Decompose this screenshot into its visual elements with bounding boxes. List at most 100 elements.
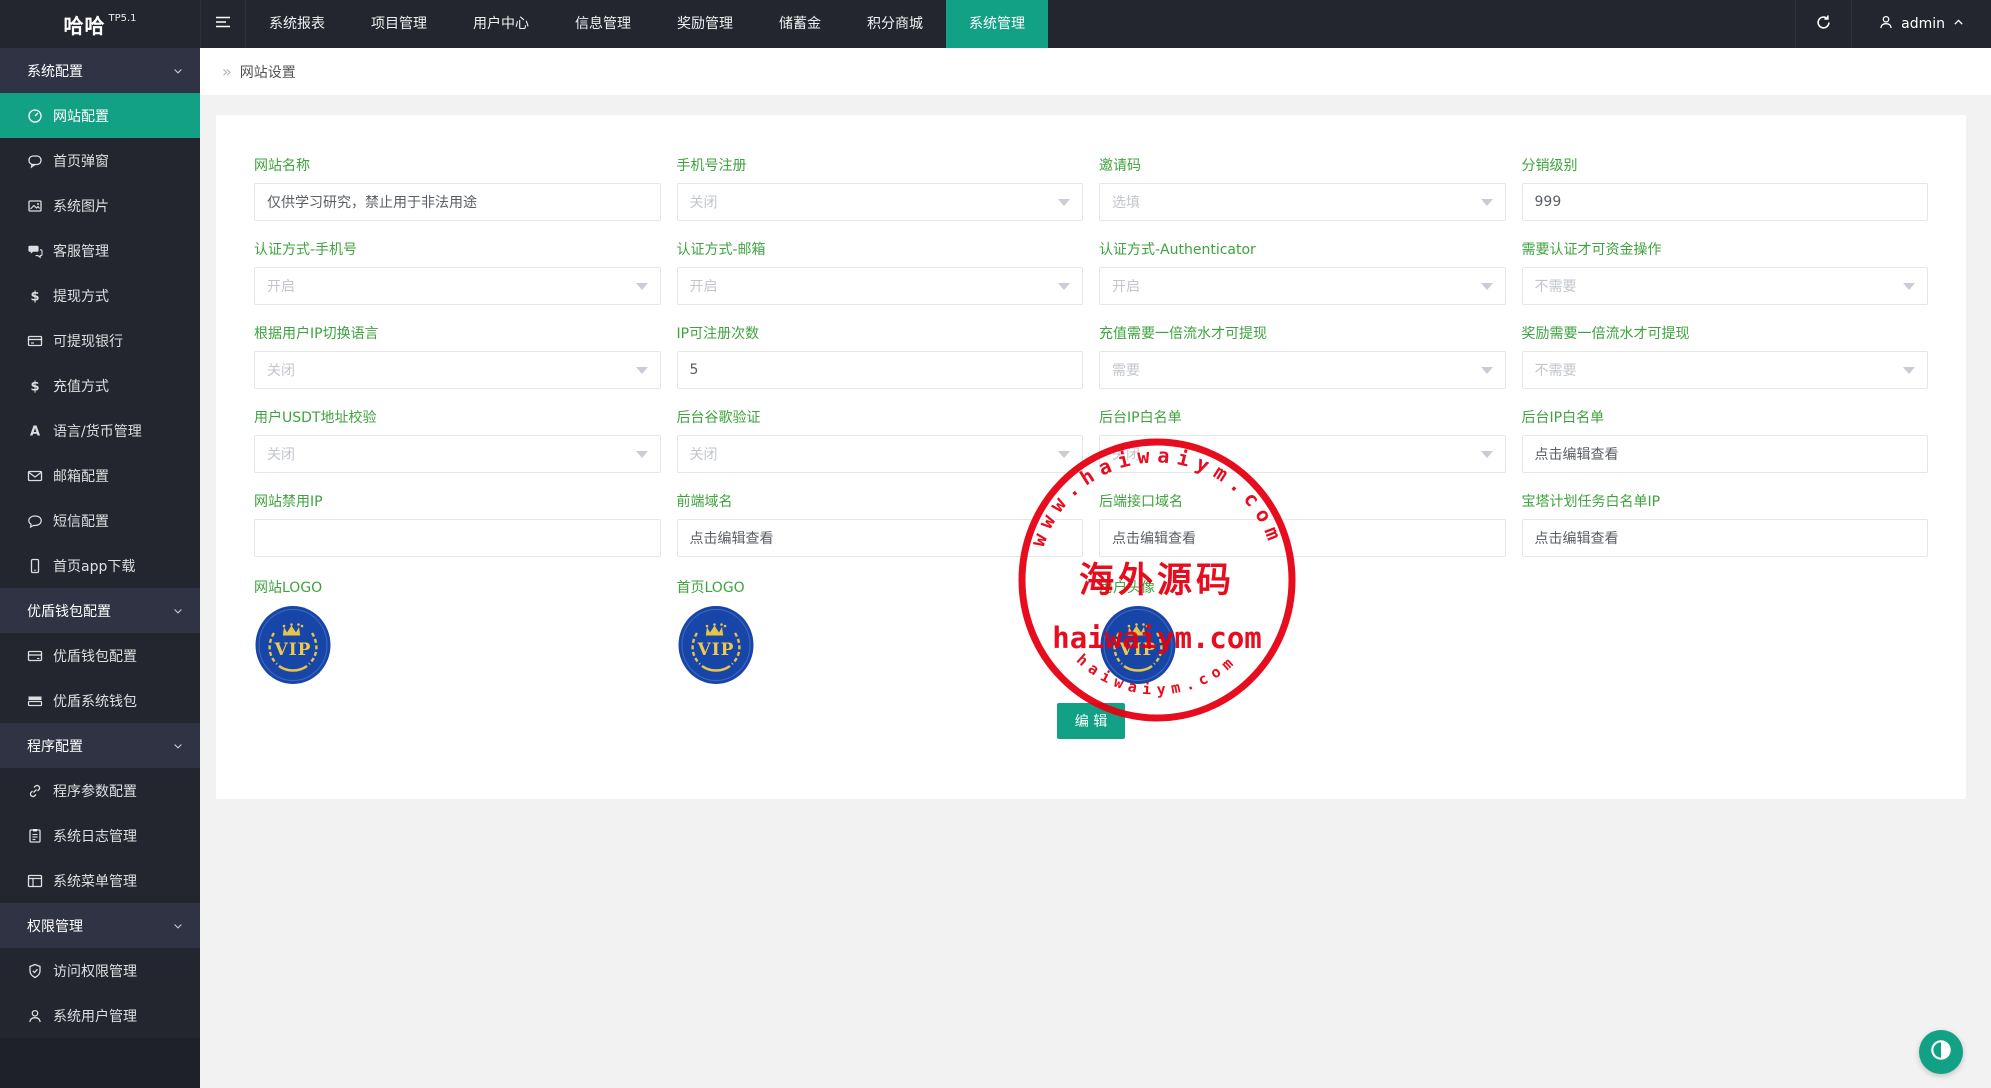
nav-tab-3[interactable]: 用户中心 (450, 0, 552, 48)
sidebar-item-12[interactable]: 首页app下载 (0, 543, 200, 588)
site-settings-card: 网站名称手机号注册关闭邀请码选填分销级别认证方式-手机号开启认证方式-邮箱开启认… (216, 115, 1966, 799)
field-label: 后台IP白名单 (1522, 409, 1929, 427)
sidebar-footer (0, 1038, 200, 1088)
sidebar-item-10[interactable]: 邮箱配置 (0, 453, 200, 498)
form-field-19: 后端接口域名 (1099, 493, 1506, 557)
sidebar-item-22[interactable]: 系统用户管理 (0, 993, 200, 1038)
text-input[interactable] (677, 519, 1084, 557)
nav-tab-6[interactable]: 储蓄金 (756, 0, 844, 48)
vip-logo-image[interactable]: VIP (254, 605, 332, 685)
select-dropdown[interactable]: 不需要 (1522, 267, 1929, 305)
sidebar-item-17[interactable]: 程序参数配置 (0, 768, 200, 813)
nav-tab-2[interactable]: 项目管理 (348, 0, 450, 48)
select-dropdown[interactable]: 关闭 (677, 183, 1084, 221)
sidebar-item-3[interactable]: 首页弹窗 (0, 138, 200, 183)
refresh-icon (1815, 14, 1832, 35)
sidebar-item-14[interactable]: 优盾钱包配置 (0, 633, 200, 678)
chevron-down-icon (172, 740, 184, 752)
select-dropdown[interactable]: 开启 (677, 267, 1084, 305)
sidebar-group-1[interactable]: 系统配置 (0, 48, 200, 93)
nav-tab-1[interactable]: 系统报表 (246, 0, 348, 48)
mail-icon (27, 468, 43, 484)
select-dropdown[interactable]: 不需要 (1522, 351, 1929, 389)
sidebar-item-4[interactable]: 系统图片 (0, 183, 200, 228)
field-label: 后端接口域名 (1099, 493, 1506, 511)
sidebar-collapse-button[interactable] (200, 0, 246, 48)
field-label: 根据用户IP切换语言 (254, 325, 661, 343)
select-value: 选填 (1112, 192, 1140, 212)
sidebar-item-2[interactable]: 网站配置 (0, 93, 200, 138)
theme-toggle-button[interactable] (1919, 1030, 1963, 1074)
app-logo[interactable]: 哈哈 TP5.1 (0, 0, 200, 48)
breadcrumb: » 网站设置 (200, 48, 1991, 95)
vip-text: VIP (1119, 640, 1157, 660)
select-value: 开启 (267, 276, 295, 296)
nav-tab-7[interactable]: 积分商城 (844, 0, 946, 48)
select-value: 开启 (1112, 276, 1140, 296)
select-dropdown[interactable]: 关闭 (1099, 435, 1506, 473)
chevron-down-icon (1481, 451, 1493, 458)
sms-icon (27, 513, 43, 529)
sidebar-item-label: 首页弹窗 (53, 151, 109, 171)
breadcrumb-arrow-icon: » (222, 62, 232, 81)
sidebar-item-label: 系统用户管理 (53, 1006, 137, 1026)
form-field-6: 认证方式-邮箱开启 (677, 241, 1084, 305)
text-input[interactable] (677, 351, 1084, 389)
sidebar-item-7[interactable]: 可提现银行 (0, 318, 200, 363)
sidebar-item-18[interactable]: 系统日志管理 (0, 813, 200, 858)
edit-submit-button[interactable]: 编 辑 (1057, 703, 1125, 739)
nav-tab-5[interactable]: 奖励管理 (654, 0, 756, 48)
sidebar-item-9[interactable]: A语言/货币管理 (0, 408, 200, 453)
field-label: 充值需要一倍流水才可提现 (1099, 325, 1506, 343)
select-dropdown[interactable]: 关闭 (254, 435, 661, 473)
select-value: 关闭 (267, 444, 295, 464)
sidebar-group-13[interactable]: 优盾钱包配置 (0, 588, 200, 633)
sidebar-item-19[interactable]: 系统菜单管理 (0, 858, 200, 903)
sidebar-group-16[interactable]: 程序配置 (0, 723, 200, 768)
sidebar-item-label: 网站配置 (53, 106, 109, 126)
svg-text:A: A (30, 424, 40, 439)
logo-field-1: 网站LOGOVIP (254, 579, 661, 685)
text-input[interactable] (1522, 183, 1929, 221)
select-dropdown[interactable]: 需要 (1099, 351, 1506, 389)
refresh-button[interactable] (1795, 0, 1851, 48)
breadcrumb-current: 网站设置 (240, 62, 296, 82)
select-value: 关闭 (1112, 444, 1140, 464)
text-input[interactable] (254, 183, 661, 221)
logo-field-2: 首页LOGOVIP (677, 579, 1084, 685)
form-field-7: 认证方式-Authenticator开启 (1099, 241, 1506, 305)
field-label: 手机号注册 (677, 157, 1084, 175)
select-value: 不需要 (1535, 360, 1577, 380)
select-dropdown[interactable]: 关闭 (677, 435, 1084, 473)
chevron-down-icon (1903, 283, 1915, 290)
chevron-down-icon (636, 283, 648, 290)
sidebar-group-20[interactable]: 权限管理 (0, 903, 200, 948)
chevron-up-icon (1952, 16, 1965, 33)
field-label: 用户头像 (1099, 579, 1506, 597)
vip-logo-image[interactable]: VIP (677, 605, 755, 685)
select-dropdown[interactable]: 关闭 (254, 351, 661, 389)
select-dropdown[interactable]: 选填 (1099, 183, 1506, 221)
select-value: 不需要 (1535, 276, 1577, 296)
sidebar-item-label: 系统图片 (53, 196, 109, 216)
vip-logo-image[interactable]: VIP (1099, 605, 1177, 685)
dollar-icon: $ (27, 288, 43, 304)
image-icon (27, 198, 43, 214)
sidebar-item-5[interactable]: 客服管理 (0, 228, 200, 273)
select-dropdown[interactable]: 开启 (1099, 267, 1506, 305)
text-input[interactable] (1522, 519, 1929, 557)
select-dropdown[interactable]: 开启 (254, 267, 661, 305)
sidebar-item-6[interactable]: $提现方式 (0, 273, 200, 318)
main-area: » 网站设置 网站名称手机号注册关闭邀请码选填分销级别认证方式-手机号开启认证方… (200, 48, 1991, 1088)
nav-tab-8[interactable]: 系统管理 (946, 0, 1048, 48)
sidebar-item-8[interactable]: $充值方式 (0, 363, 200, 408)
user-menu[interactable]: admin (1851, 0, 1991, 48)
text-input[interactable] (1099, 519, 1506, 557)
sidebar-item-11[interactable]: 短信配置 (0, 498, 200, 543)
nav-tab-4[interactable]: 信息管理 (552, 0, 654, 48)
sidebar-item-15[interactable]: 优盾系统钱包 (0, 678, 200, 723)
logo-upload-row: 网站LOGOVIP首页LOGOVIP 用户头像 VIP (254, 579, 1928, 685)
sidebar-item-21[interactable]: 访问权限管理 (0, 948, 200, 993)
text-input[interactable] (1522, 435, 1929, 473)
text-input[interactable] (254, 519, 661, 557)
